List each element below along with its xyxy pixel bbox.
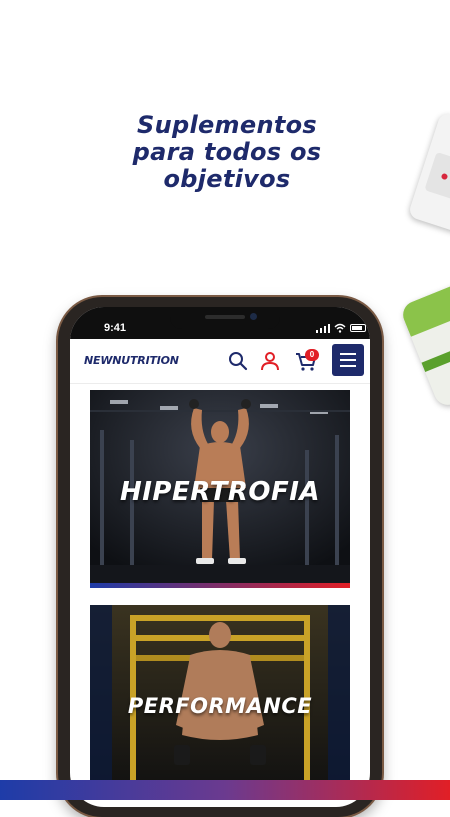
category-label-performance: PERFORMANCE [127, 694, 313, 718]
battery-icon [350, 324, 366, 332]
status-time: 9:41 [104, 322, 127, 334]
bottom-gradient-bar [0, 780, 450, 800]
supplement-tub-image [398, 280, 450, 410]
headline-line-2: para todos os [132, 138, 322, 166]
card-gradient-stripe [90, 583, 350, 588]
user-icon[interactable] [258, 349, 282, 373]
phone-mockup: 9:41 NEWNUTRITION 0 HIPERTROFIA PERFORMA… [58, 297, 382, 817]
menu-button[interactable] [332, 344, 364, 376]
cart-count-badge: 0 [305, 349, 319, 361]
category-card-performance[interactable]: PERFORMANCE [90, 605, 350, 795]
status-bar: 9:41 [70, 307, 370, 339]
wifi-icon [334, 323, 346, 333]
headline-line-1: Suplementos [137, 111, 317, 139]
category-card-hipertrofia[interactable]: HIPERTROFIA [90, 390, 350, 588]
headline-line-3: objetivos [163, 165, 291, 193]
search-icon[interactable] [226, 349, 250, 373]
phone-notch [170, 307, 280, 329]
supplement-bottle-image [407, 111, 450, 235]
app-header: NEWNUTRITION 0 [70, 339, 370, 384]
brand-logo[interactable]: NEWNUTRITION [84, 354, 179, 367]
category-label-hipertrofia: HIPERTROFIA [119, 477, 321, 507]
signal-icon [316, 324, 331, 333]
phone-screen: 9:41 NEWNUTRITION 0 HIPERTROFIA PERFORMA… [70, 307, 370, 807]
promo-headline: Suplementos para todos os objetivos [108, 112, 346, 193]
